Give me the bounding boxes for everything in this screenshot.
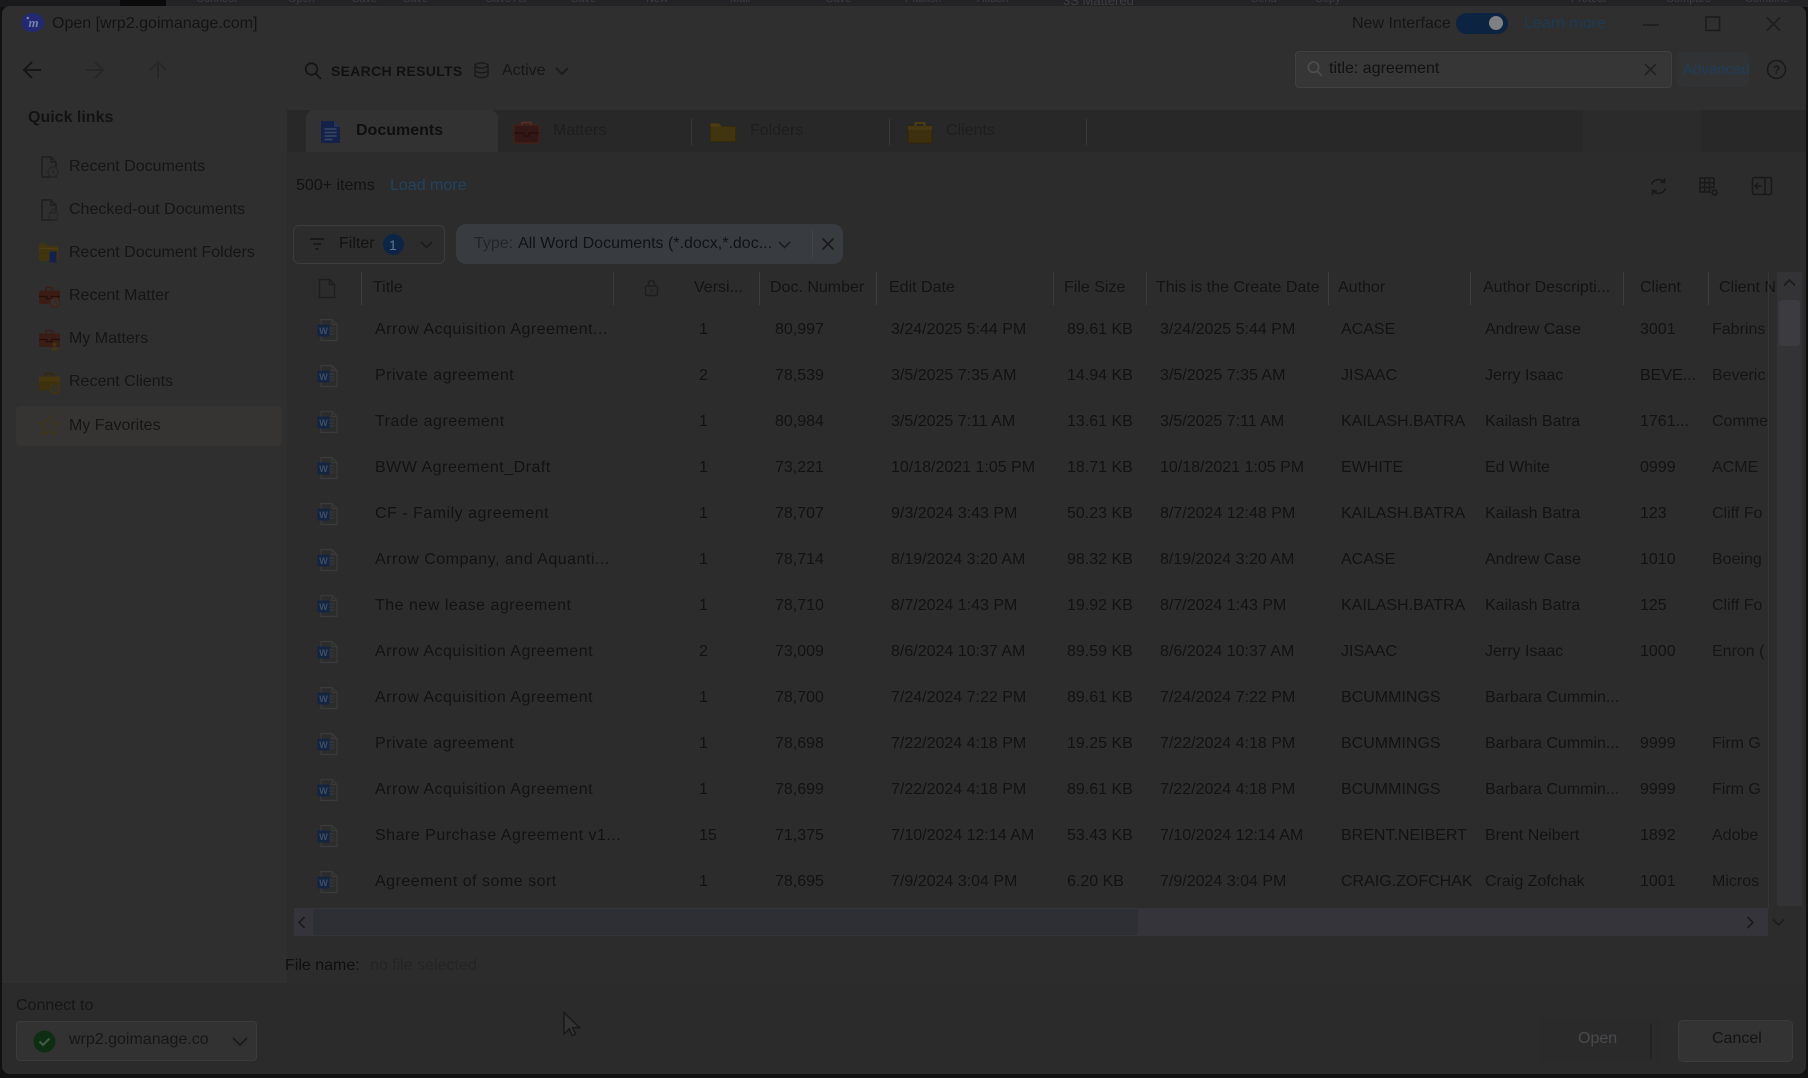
svg-text:W: W bbox=[319, 694, 328, 704]
svg-text:W: W bbox=[319, 464, 328, 474]
svg-text:W: W bbox=[319, 510, 328, 520]
svg-text:W: W bbox=[319, 602, 328, 612]
svg-text:W: W bbox=[319, 878, 328, 888]
svg-text:m: m bbox=[28, 15, 38, 30]
svg-text:W: W bbox=[319, 418, 328, 428]
svg-text:W: W bbox=[319, 786, 328, 796]
svg-text:W: W bbox=[319, 832, 328, 842]
svg-text:W: W bbox=[319, 648, 328, 658]
svg-text:W: W bbox=[319, 556, 328, 566]
svg-text:?: ? bbox=[1773, 63, 1780, 77]
svg-text:W: W bbox=[319, 740, 328, 750]
svg-text:W: W bbox=[319, 326, 328, 336]
svg-text:W: W bbox=[319, 372, 328, 382]
